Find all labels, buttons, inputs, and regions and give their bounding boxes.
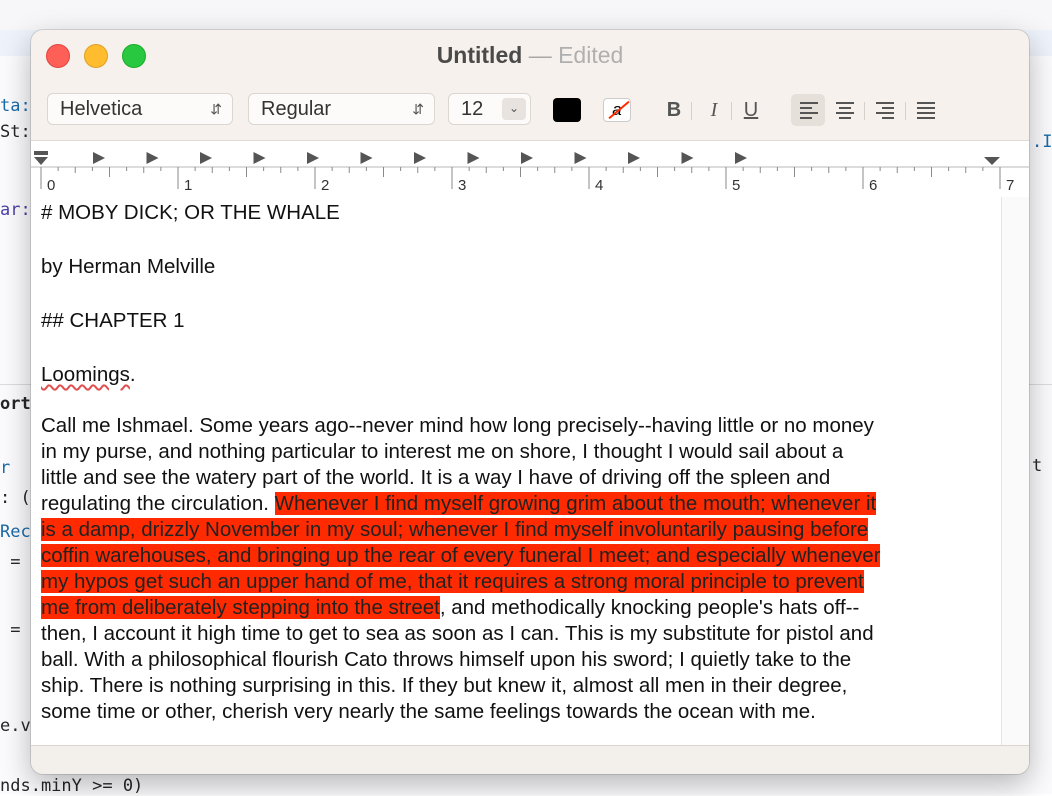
- right-margin-marker: [984, 157, 1000, 165]
- highlighted-text: Whenever I find myself growing grim abou…: [274, 492, 877, 515]
- tab-stop-marker: [467, 152, 480, 164]
- paragraph-line: my hypos get such an upper hand of me, t…: [41, 569, 864, 595]
- paragraph-line: regulating the circulation. Whenever I f…: [41, 491, 877, 517]
- ruler-number: 0: [47, 177, 56, 194]
- bg-code-fragment: r: [0, 458, 21, 478]
- divider: [731, 102, 732, 120]
- tab-stop-marker: [360, 152, 373, 164]
- divider: [905, 102, 906, 120]
- chapter-title-line: Loomings.: [41, 362, 136, 388]
- tab-stop-marker: [307, 152, 319, 164]
- textedit-window: Untitled — Edited Helvetica ⇵ Regular ⇵ …: [31, 30, 1029, 774]
- chapter-line: ## CHAPTER 1: [41, 309, 185, 332]
- align-left-button[interactable]: [791, 94, 825, 126]
- text-color-well[interactable]: [553, 98, 581, 122]
- paragraph-line: some time or other, cherish very nearly …: [41, 700, 816, 723]
- bg-code-fragment: .I: [1032, 132, 1052, 152]
- align-right-button[interactable]: [869, 94, 903, 126]
- ruler-number: 7: [1006, 177, 1015, 194]
- bg-code-fragment: : (: [0, 488, 31, 508]
- paragraph-line: little and see the watery part of the wo…: [41, 466, 831, 489]
- tab-stop-marker: [628, 152, 640, 164]
- heading-line: # MOBY DICK; OR THE WHALE: [41, 201, 340, 224]
- highlighted-text: me from deliberately stepping into the s…: [41, 596, 440, 619]
- window-title: Untitled — Edited: [31, 42, 1029, 69]
- misspelled-word: Loomings: [41, 363, 130, 386]
- highlighted-text: my hypos get such an upper hand of me, t…: [41, 570, 864, 593]
- font-style-value: Regular: [261, 98, 332, 120]
- ruler-number: 4: [595, 177, 604, 194]
- paragraph-line: coffin warehouses, and bringing up the r…: [41, 543, 881, 569]
- updown-chevron-icon: ⇵: [210, 101, 222, 117]
- updown-chevron-icon: ⇵: [412, 101, 424, 117]
- font-size-combo[interactable]: 12 ⌄: [448, 93, 531, 125]
- paragraph-line: then, I account it high time to get to s…: [41, 622, 874, 645]
- background-color-well[interactable]: a: [603, 98, 631, 122]
- paragraph-line: is a damp, drizzly November in my soul; …: [41, 517, 869, 543]
- document-name: Untitled: [436, 42, 523, 68]
- plain-text: regulating the circulation.: [41, 492, 275, 515]
- ruler-number: 3: [458, 177, 467, 194]
- ruler-number: 5: [732, 177, 741, 194]
- ruler-number: 1: [184, 177, 193, 194]
- horizontal-scrollbar[interactable]: [31, 745, 1029, 774]
- highlighted-text: is a damp, drizzly November in my soul; …: [41, 518, 869, 541]
- tab-stop-marker: [735, 152, 747, 164]
- bg-code-fragment: ar:: [0, 200, 31, 220]
- tab-stop-marker: [146, 152, 159, 164]
- bg-code-fragment: =: [0, 552, 21, 572]
- title-bar[interactable]: Untitled — Edited: [31, 30, 1029, 82]
- tab-stop-marker: [253, 152, 266, 164]
- bg-code-fragment: Rec: [0, 522, 31, 542]
- ruler[interactable]: 0 1 2 3 4 5 6 7: [31, 140, 1029, 198]
- font-family-value: Helvetica: [60, 98, 143, 120]
- title-separator: —: [528, 42, 552, 68]
- paragraph-line: in my purse, and nothing particular to i…: [41, 440, 844, 463]
- paragraph-line: Call me Ishmael. Some years ago--never m…: [41, 414, 874, 437]
- document-text-area[interactable]: # MOBY DICK; OR THE WHALE by Herman Melv…: [31, 197, 1001, 745]
- ruler-ticks: [31, 151, 1029, 189]
- plain-text: , and methodically knocking people's hat…: [439, 596, 860, 619]
- tab-stop-marker: [681, 152, 694, 164]
- tab-stop-marker: [414, 152, 426, 164]
- paragraph-line: me from deliberately stepping into the s…: [41, 595, 859, 621]
- tab-stop-marker: [93, 152, 105, 164]
- first-line-indent-marker: [34, 151, 48, 155]
- vertical-scrollbar[interactable]: [1001, 197, 1029, 745]
- bg-code-fragment: ort: [0, 394, 31, 414]
- justify-button[interactable]: [909, 94, 943, 126]
- bg-code-fragment: nds.minY >= 0): [0, 776, 144, 796]
- bg-code-fragment: e.v: [0, 716, 31, 736]
- underline-button[interactable]: U: [739, 96, 763, 124]
- period: .: [129, 363, 136, 386]
- tab-stop-marker: [200, 152, 212, 164]
- bg-code-fragment: St:: [0, 122, 31, 142]
- font-style-popup[interactable]: Regular ⇵: [248, 93, 435, 125]
- italic-button[interactable]: I: [703, 96, 725, 124]
- highlighted-text: coffin warehouses, and bringing up the r…: [41, 544, 881, 567]
- font-family-popup[interactable]: Helvetica ⇵: [47, 93, 233, 125]
- bold-button[interactable]: B: [663, 96, 685, 124]
- author-line: by Herman Melville: [41, 255, 216, 278]
- divider: [691, 102, 692, 120]
- background-tab-bar: [0, 0, 1052, 31]
- ruler-number: 2: [321, 177, 330, 194]
- format-toolbar: Helvetica ⇵ Regular ⇵ 12 ⌄ a B I U: [31, 90, 1029, 130]
- ruler-number: 6: [869, 177, 878, 194]
- bg-code-fragment: =: [0, 620, 21, 640]
- left-indent-marker: [34, 157, 48, 165]
- bg-code-fragment: ta:: [0, 96, 31, 116]
- paragraph-line: ball. With a philosophical flourish Cato…: [41, 648, 852, 671]
- tab-stop-marker: [521, 152, 533, 164]
- bg-code-fragment: t .: [1032, 456, 1043, 476]
- align-center-button[interactable]: [828, 94, 862, 126]
- chevron-down-icon[interactable]: ⌄: [502, 98, 526, 120]
- font-size-value: 12: [461, 98, 484, 120]
- edited-status: Edited: [558, 42, 624, 68]
- divider: [864, 102, 865, 120]
- paragraph-line: ship. There is nothing surprising in thi…: [41, 674, 848, 697]
- tab-stop-marker: [574, 152, 587, 164]
